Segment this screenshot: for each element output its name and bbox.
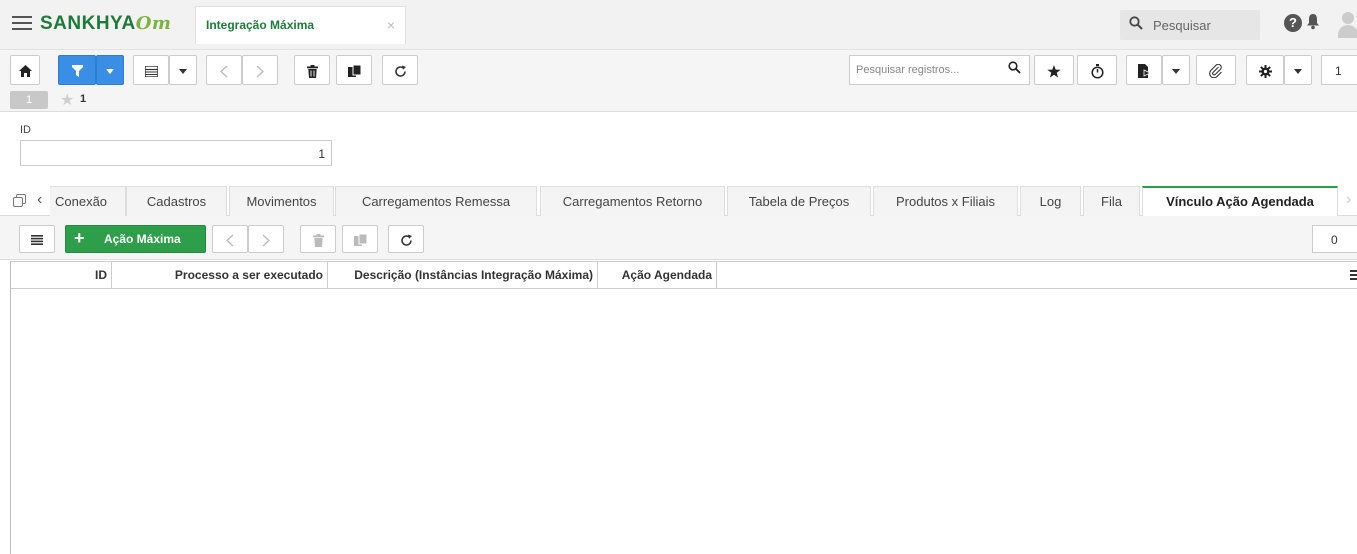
- tab-carregamentos-remessa[interactable]: Carregamentos Remessa: [335, 186, 537, 216]
- plus-icon: +: [74, 228, 85, 248]
- next-record-button[interactable]: [248, 225, 284, 253]
- grid-view-button[interactable]: [133, 55, 169, 85]
- bell-icon[interactable]: [1306, 13, 1320, 35]
- chevron-right-icon[interactable]: ›: [1346, 191, 1351, 209]
- star-icon: [1047, 64, 1061, 78]
- current-page-badge[interactable]: 1: [10, 91, 48, 109]
- tab-movimentos[interactable]: Movimentos: [229, 186, 334, 216]
- tab-fila[interactable]: Fila: [1083, 186, 1140, 216]
- gear-icon: [1258, 64, 1272, 78]
- chevron-left-icon: [225, 234, 234, 247]
- settings-dropdown[interactable]: [1284, 55, 1312, 85]
- home-button[interactable]: [10, 55, 40, 85]
- id-label: ID: [20, 124, 31, 136]
- search-icon[interactable]: [1008, 61, 1021, 77]
- paperclip-icon: [1209, 64, 1222, 79]
- tab-conexao[interactable]: Conexão: [50, 186, 126, 216]
- list-icon: [143, 65, 159, 78]
- chevron-down-icon: [179, 68, 187, 74]
- grid-view-dropdown[interactable]: [169, 55, 197, 85]
- settings-button[interactable]: [1246, 55, 1284, 85]
- detail-tabs: ‹ Conexão Cadastros Movimentos Carregame…: [0, 186, 1357, 217]
- attachment-button[interactable]: [1196, 55, 1236, 85]
- detail-toolbar: + Ação Máxima 0: [0, 216, 1357, 260]
- favorites-count: 1: [80, 93, 87, 105]
- acao-maxima-button[interactable]: + Ação Máxima: [65, 225, 206, 253]
- refresh-button[interactable]: [388, 225, 424, 253]
- close-icon[interactable]: ×: [387, 17, 395, 33]
- copy-icon: [347, 64, 361, 78]
- column-header-descricao[interactable]: Descrição (Instâncias Integração Máxima): [328, 262, 598, 289]
- brand-main: SANKHYA: [40, 13, 136, 34]
- tab-tabela-de-precos[interactable]: Tabela de Preços: [727, 186, 871, 216]
- top-header: SANKHYAOm Integração Máxima × Pesquisar …: [0, 0, 1357, 50]
- chevron-down-icon: [1294, 68, 1302, 74]
- delete-button[interactable]: [294, 55, 330, 85]
- record-count: 1: [1321, 55, 1357, 85]
- chevron-down-icon: [106, 68, 114, 74]
- chevron-right-icon: [262, 234, 271, 247]
- chevron-down-icon: [1172, 68, 1180, 74]
- grid-view-button[interactable]: [19, 225, 55, 253]
- duplicate-button[interactable]: [336, 55, 372, 85]
- chevron-right-icon: [256, 65, 265, 78]
- stopwatch-icon: [1090, 63, 1104, 79]
- next-record-button[interactable]: [242, 55, 278, 85]
- star-icon[interactable]: ★: [60, 90, 74, 110]
- chevron-left-icon: [219, 65, 228, 78]
- trash-icon: [312, 233, 324, 247]
- app-tab-integracao[interactable]: Integração Máxima ×: [195, 6, 406, 44]
- refresh-icon: [394, 65, 406, 77]
- list-icon: [31, 235, 43, 246]
- tab-carregamentos-retorno[interactable]: Carregamentos Retorno: [540, 186, 725, 216]
- global-search-button[interactable]: Pesquisar: [1120, 10, 1260, 40]
- search-icon: [1129, 16, 1143, 33]
- refresh-button[interactable]: [382, 55, 418, 85]
- tab-cadastros[interactable]: Cadastros: [126, 186, 227, 216]
- duplicate-button[interactable]: [342, 225, 378, 253]
- column-menu-icon[interactable]: [1350, 270, 1357, 281]
- column-header-processo[interactable]: Processo a ser executado: [112, 262, 328, 289]
- global-search-label: Pesquisar: [1153, 18, 1211, 33]
- trash-icon: [306, 64, 318, 78]
- refresh-icon: [400, 234, 412, 246]
- export-button[interactable]: [1126, 55, 1162, 85]
- brand-logo[interactable]: SANKHYAOm: [40, 13, 171, 35]
- favorite-button[interactable]: [1034, 55, 1074, 85]
- brand-suffix: Om: [135, 13, 172, 34]
- copy-icon: [353, 233, 367, 247]
- record-search-placeholder: Pesquisar registros...: [856, 64, 960, 76]
- filter-button[interactable]: [58, 55, 96, 85]
- app-tab-title: Integração Máxima: [206, 18, 315, 32]
- tab-log[interactable]: Log: [1020, 186, 1081, 216]
- tab-produtos-x-filiais[interactable]: Produtos x Filiais: [873, 186, 1018, 216]
- chevron-left-icon[interactable]: ‹: [37, 191, 42, 209]
- main-toolbar: Pesquisar registros... 1 1 ★ 1: [0, 50, 1357, 112]
- column-header-acao-agendada[interactable]: Ação Agendada: [598, 262, 717, 289]
- filter-dropdown[interactable]: [96, 55, 124, 85]
- grid-header: ID Processo a ser executado Descrição (I…: [11, 261, 1357, 289]
- timer-button[interactable]: [1077, 55, 1117, 85]
- avatar[interactable]: [1338, 12, 1357, 38]
- export-dropdown[interactable]: [1162, 55, 1190, 85]
- copy-icon[interactable]: [13, 194, 26, 207]
- menu-icon[interactable]: [12, 16, 32, 32]
- previous-record-button[interactable]: [206, 55, 242, 85]
- file-export-icon: [1138, 64, 1151, 79]
- help-icon[interactable]: ?: [1284, 14, 1302, 32]
- column-header-id[interactable]: ID: [11, 262, 112, 289]
- home-icon: [18, 65, 32, 78]
- tab-vinculo-acao-agendada[interactable]: Vínculo Ação Agendada: [1142, 186, 1338, 217]
- records-grid: ID Processo a ser executado Descrição (I…: [10, 261, 1357, 554]
- id-field[interactable]: 1: [20, 140, 332, 166]
- filter-icon: [71, 65, 83, 78]
- previous-record-button[interactable]: [212, 225, 248, 253]
- record-search-input[interactable]: Pesquisar registros...: [849, 55, 1030, 85]
- delete-button[interactable]: [300, 225, 336, 253]
- detail-record-count: 0: [1312, 225, 1357, 253]
- acao-maxima-label: Ação Máxima: [104, 232, 181, 246]
